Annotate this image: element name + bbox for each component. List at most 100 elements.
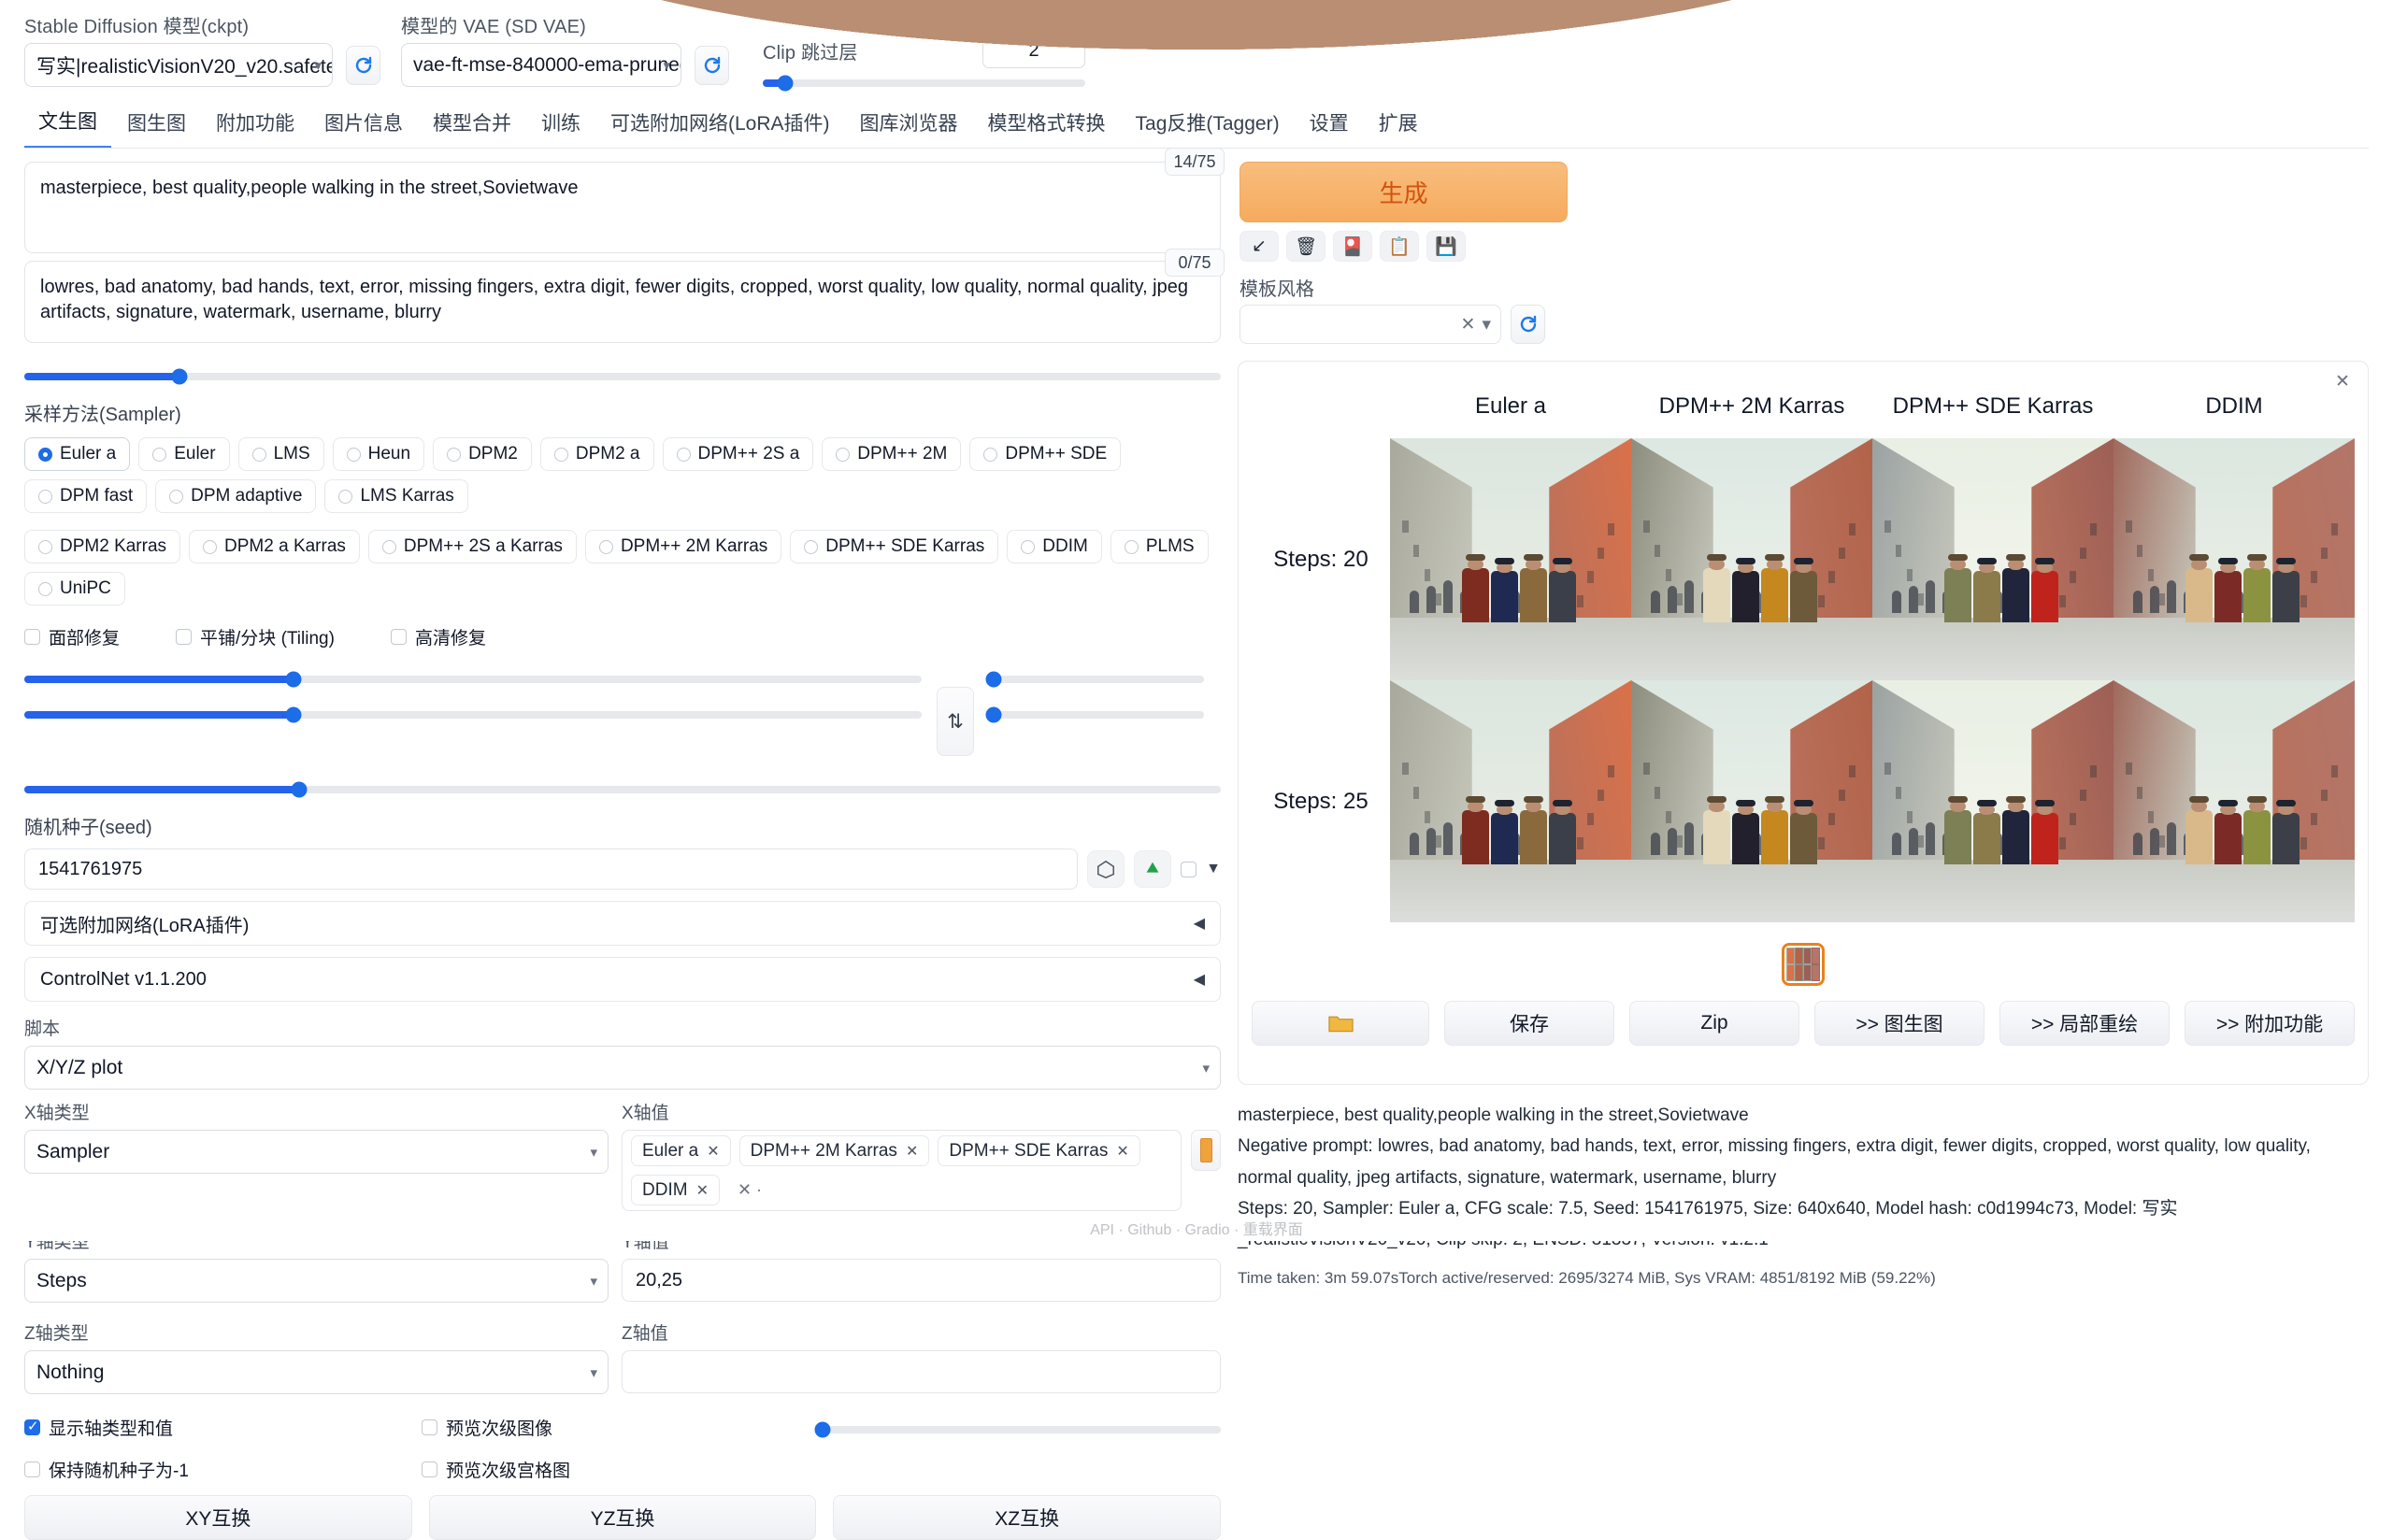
cfg-scale-slider[interactable]: 提示词相关性(CFG Scale) 7.5 [24, 0, 1891, 798]
keep-seed-checkbox[interactable]: 保持随机种子为-1 [24, 1457, 422, 1482]
sampler-option-euler[interactable]: Euler [138, 437, 230, 471]
seed-input[interactable]: 1541761975 [24, 848, 1079, 890]
tab-settings[interactable]: 设置 [1296, 101, 1363, 148]
send-to-extras-button[interactable]: >> 附加功能 [2185, 1001, 2355, 1046]
token-remove-icon[interactable]: ✕ [906, 1142, 918, 1161]
checkpoint-dropdown[interactable]: 写实|realisticVisionV20_v20.safetensors [c… [24, 43, 333, 87]
random-seed-button[interactable] [1087, 850, 1125, 888]
sampler-option-dpm2-a[interactable]: DPM2 a [539, 437, 654, 471]
swap-dimensions-button[interactable]: ⇅ [937, 687, 974, 756]
sampler-option-dpm2[interactable]: DPM2 [433, 437, 532, 471]
save-style-button[interactable]: 💾 [1426, 231, 1466, 262]
grid-cell-image[interactable] [2114, 438, 2355, 680]
include-sub-images-checkbox[interactable]: 预览次级图像 [422, 1415, 819, 1440]
height-track[interactable] [24, 706, 922, 723]
extra-seed-checkbox[interactable] [1181, 861, 1197, 877]
sampler-option-euler-a[interactable]: Euler a [24, 437, 131, 471]
slider-knob[interactable] [285, 671, 302, 688]
slider-knob[interactable] [777, 75, 794, 92]
tab-additional-networks[interactable]: 可选附加网络(LoRA插件) [596, 101, 844, 148]
clip-skip-track[interactable] [763, 75, 1085, 92]
chevron-down-icon[interactable]: ▼ [1206, 861, 1221, 877]
open-folder-button[interactable] [1252, 1001, 1429, 1046]
sampler-option-dpm-sde-karras[interactable]: DPM++ SDE Karras [790, 530, 999, 563]
feature-toggles[interactable]: 面部修复 平铺/分块 (Tiling) 高清修复 [24, 624, 1221, 649]
restore-faces-checkbox[interactable]: 面部修复 [24, 624, 120, 649]
styles-dropdown[interactable]: ✕ ▾ [1239, 305, 1501, 344]
x-axis-swatch-button[interactable] [1191, 1130, 1221, 1171]
cfg-track[interactable] [24, 781, 1221, 798]
sampler-option-lms[interactable]: LMS [237, 437, 324, 471]
sampler-option-dpm2-a-karras[interactable]: DPM2 a Karras [189, 530, 360, 563]
refresh-styles-button[interactable] [1511, 305, 1545, 344]
batch-count-slider[interactable]: 生成批次 1 [502, 0, 1891, 688]
recycle-seed-button[interactable] [1134, 850, 1172, 888]
grid-cells[interactable] [1390, 438, 2355, 922]
axis-swap-buttons[interactable]: XY互换 YZ互换 XZ互换 [24, 1495, 1222, 1540]
sampler-option-dpm2-karras[interactable]: DPM2 Karras [24, 530, 181, 563]
steps-track[interactable] [24, 368, 1221, 385]
refresh-checkpoint-button[interactable] [346, 45, 380, 85]
sampler-radio-group[interactable]: Euler a Euler LMS Heun DPM2 DPM2 a DPM++ 2S a D… [24, 437, 1221, 606]
swap-yz-button[interactable]: YZ互换 [428, 1495, 817, 1540]
tab-checkpoint-merger[interactable]: 模型合并 [419, 101, 525, 148]
sampler-option-ddim[interactable]: DDIM [1007, 530, 1102, 563]
footer-links[interactable]: API · Github · Gradio · 重载界面 [1090, 1217, 1303, 1239]
tab-extras[interactable]: 附加功能 [202, 101, 308, 148]
script-dropdown[interactable]: X/Y/Z plot ▾ [24, 1046, 1221, 1090]
vae-dropdown[interactable]: vae-ft-mse-840000-ema-pruned.safetensors… [401, 43, 681, 87]
main-tabs[interactable]: 文生图 图生图 附加功能 图片信息 模型合并 训练 可选附加网络(LoRA插件)… [24, 104, 2369, 149]
sampler-option-dpm-2s-a-karras[interactable]: DPM++ 2S a Karras [367, 530, 577, 563]
y-axis-type-dropdown[interactable]: Steps ▾ [24, 1259, 609, 1303]
slider-knob[interactable] [985, 671, 1002, 688]
save-button[interactable]: 保存 [1444, 1001, 1614, 1046]
paste-arrow-button[interactable]: ↙ [1239, 231, 1279, 262]
sampler-option-dpm-2s-a[interactable]: DPM++ 2S a [662, 437, 814, 471]
grid-cell-image[interactable] [1872, 438, 2114, 680]
tab-img2img[interactable]: 图生图 [113, 101, 200, 148]
token[interactable]: DPM++ SDE Karras ✕ [938, 1135, 1140, 1166]
sampler-option-lms-karras[interactable]: LMS Karras [324, 479, 468, 513]
sampler-option-plms[interactable]: PLMS [1110, 530, 1209, 563]
chevron-down-icon[interactable]: ▾ [1482, 314, 1491, 335]
sampler-option-unipc[interactable]: UniPC [24, 572, 125, 606]
send-to-img2img-button[interactable]: >> 图生图 [1814, 1001, 1985, 1046]
tiling-checkbox[interactable]: 平铺/分块 (Tiling) [176, 624, 335, 649]
sampler-option-dpm-adaptive[interactable]: DPM adaptive [155, 479, 317, 513]
y-axis-values-input[interactable]: 20,25 [622, 1259, 1221, 1302]
grid-images[interactable]: Euler a DPM++ 2M Karras DPM++ SDE Karras… [1390, 393, 2355, 922]
grid-cell-image[interactable] [1390, 680, 1631, 922]
z-axis-values-input[interactable] [622, 1350, 1221, 1393]
draw-legend-checkbox[interactable]: 显示轴类型和值 [24, 1415, 422, 1440]
tab-pnginfo[interactable]: 图片信息 [310, 101, 417, 148]
slider-knob[interactable] [985, 706, 1002, 723]
generate-button[interactable]: 生成 [1239, 162, 1568, 222]
batch-count-track[interactable] [985, 671, 1204, 688]
tab-model-converter[interactable]: 模型格式转换 [974, 101, 1120, 148]
clear-x-icon[interactable]: ✕ [1461, 314, 1476, 335]
x-axis-values-input[interactable]: Euler a ✕ DPM++ 2M Karras ✕ DPM++ SDE Ka… [622, 1130, 1182, 1211]
grid-margin-slider[interactable]: 宫格图边框（像素） 0 [502, 0, 1891, 1482]
height-slider[interactable]: 高度 640 [24, 0, 1891, 723]
token-remove-icon[interactable]: ✕ [707, 1142, 719, 1161]
z-axis-type-dropdown[interactable]: Nothing ▾ [24, 1350, 609, 1394]
negative-prompt-input[interactable]: lowres, bad anatomy, bad hands, text, er… [24, 261, 1221, 343]
grid-margin-track[interactable] [814, 1421, 1221, 1438]
result-actions[interactable]: 保存 Zip >> 图生图 >> 局部重绘 >> 附加功能 [1252, 1001, 2355, 1046]
batch-size-track[interactable] [985, 706, 1204, 723]
apply-style-button[interactable]: 📋 [1380, 231, 1419, 262]
tab-tagger[interactable]: Tag反推(Tagger) [1122, 101, 1294, 148]
thumbnail-row[interactable] [1252, 943, 2355, 986]
swap-xy-button[interactable]: XY互换 [24, 1495, 412, 1540]
steps-slider[interactable]: 采样迭代步数(Steps) 20 [24, 0, 1891, 385]
hires-fix-checkbox[interactable]: 高清修复 [390, 624, 486, 649]
slider-knob[interactable] [291, 781, 308, 798]
grid-cell-image[interactable] [2114, 680, 2355, 922]
close-icon[interactable]: ✕ [2330, 369, 2355, 393]
tab-image-browser[interactable]: 图库浏览器 [846, 101, 972, 148]
grid-cell-image[interactable] [1390, 438, 1631, 680]
token-remove-icon[interactable]: ✕ [696, 1181, 709, 1200]
slider-knob[interactable] [814, 1421, 831, 1438]
x-axis-type-dropdown[interactable]: Sampler ▾ [24, 1130, 609, 1174]
sampler-option-dpm-sde[interactable]: DPM++ SDE [969, 437, 1122, 471]
